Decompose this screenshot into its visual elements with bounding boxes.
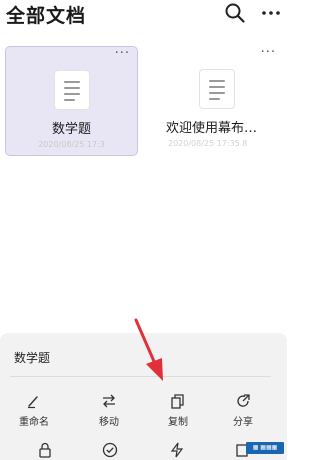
annotation-arrow-icon <box>134 318 163 381</box>
watermark-logo-icon: ▦ ▦▦▦ <box>246 442 284 454</box>
